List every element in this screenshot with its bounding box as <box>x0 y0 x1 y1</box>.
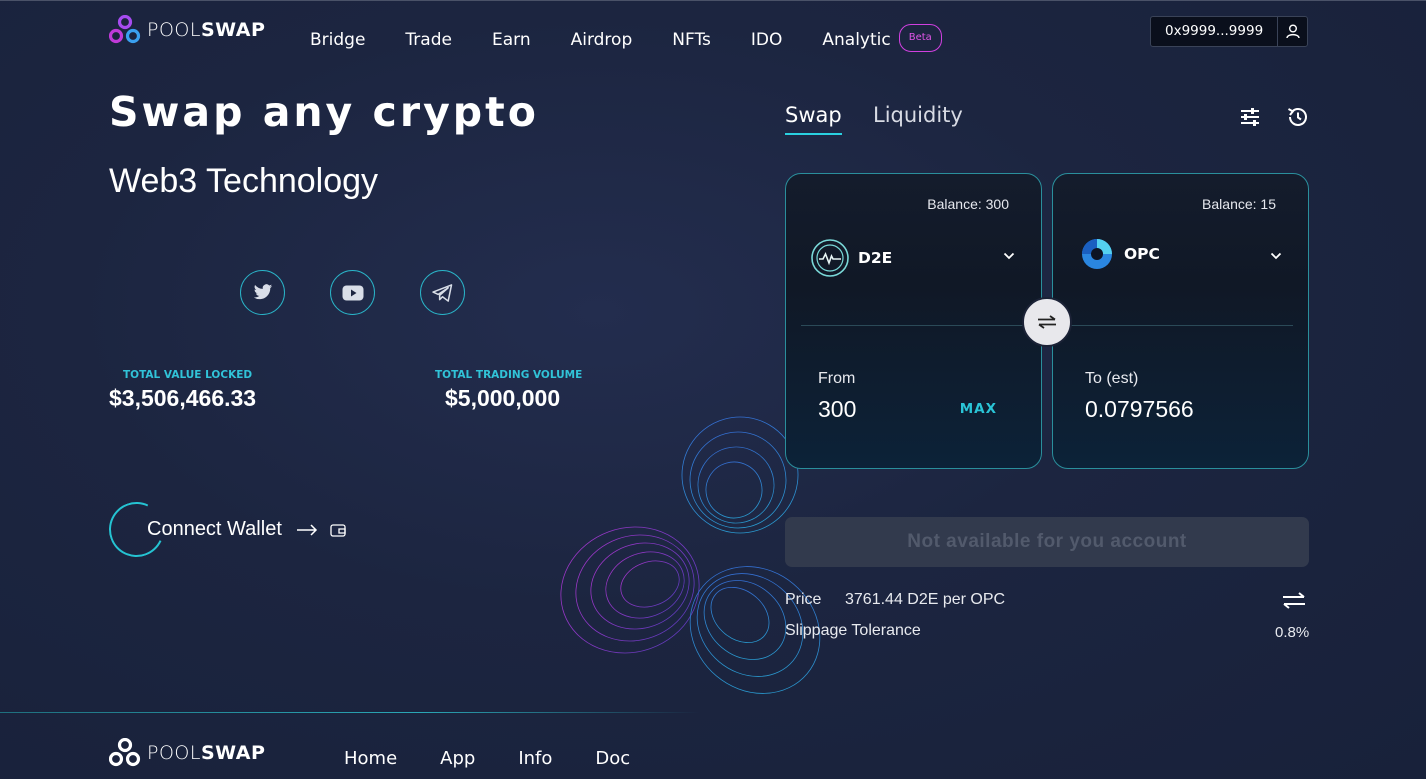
to-token-name: OPC <box>1124 245 1160 263</box>
nav-earn[interactable]: Earn <box>492 29 531 51</box>
trading-volume-label: TOTAL TRADING VOLUME <box>435 369 583 381</box>
swap-from-card: Balance: 300 D2E From 300 MAX <box>785 173 1042 469</box>
nav-trade[interactable]: Trade <box>405 29 452 51</box>
logo-text: POOLSWAP <box>147 19 266 41</box>
swap-direction-button[interactable] <box>1022 297 1072 347</box>
d2e-token-icon <box>811 239 849 277</box>
nav-analytic-label: Analytic <box>822 30 891 50</box>
main-nav: Bridge Trade Earn Airdrop NFTs IDO Analy… <box>310 24 982 54</box>
footer-logo-text: POOLSWAP <box>147 742 266 764</box>
swap-action-button[interactable]: Not available for you account <box>785 517 1309 567</box>
footer-nav-app[interactable]: App <box>440 748 475 769</box>
twitter-icon[interactable] <box>240 270 285 315</box>
chevron-down-icon[interactable] <box>1270 252 1282 260</box>
connect-wallet-label: Connect Wallet <box>147 518 282 540</box>
chevron-down-icon[interactable] <box>1003 252 1015 260</box>
telegram-icon[interactable] <box>420 270 465 315</box>
footer-logo[interactable]: POOLSWAP <box>109 738 265 768</box>
tab-swap[interactable]: Swap <box>785 103 842 135</box>
youtube-icon[interactable] <box>330 270 375 315</box>
card-divider <box>1068 325 1293 326</box>
swap-to-card: Balance: 15 OPC To (est) 0.0797566 <box>1052 173 1309 469</box>
footer-nav-doc[interactable]: Doc <box>595 748 630 769</box>
nav-ido[interactable]: IDO <box>751 29 783 51</box>
footer-nav: Home App Info Doc <box>344 748 673 769</box>
footer-divider <box>0 712 700 713</box>
nav-nfts[interactable]: NFTs <box>672 29 711 51</box>
slippage-label: Slippage Tolerance <box>785 622 921 639</box>
connect-wallet-button[interactable]: Connect Wallet <box>101 494 346 565</box>
nav-analytic[interactable]: Analytic Beta <box>822 24 942 54</box>
tab-liquidity[interactable]: Liquidity <box>873 103 963 127</box>
invert-price-icon[interactable] <box>1282 592 1306 609</box>
price-label: Price <box>785 591 822 608</box>
from-token-name: D2E <box>858 249 893 267</box>
logo[interactable]: POOLSWAP <box>109 15 265 45</box>
slippage-value: 0.8% <box>1275 624 1310 641</box>
price-value: 3761.44 D2E per OPC <box>845 591 1006 608</box>
settings-sliders-icon[interactable] <box>1238 106 1262 128</box>
from-balance: Balance: 300 <box>927 196 1009 212</box>
logo-icon <box>109 738 141 767</box>
to-balance: Balance: 15 <box>1202 196 1276 212</box>
from-label: From <box>818 370 856 387</box>
from-token-selector[interactable]: D2E <box>810 238 892 278</box>
trading-volume-value: $5,000,000 <box>445 385 561 411</box>
footer-nav-home[interactable]: Home <box>344 748 397 769</box>
history-icon[interactable] <box>1286 106 1310 128</box>
logo-icon <box>109 15 141 44</box>
user-icon[interactable] <box>1277 17 1307 46</box>
to-amount-value: 0.0797566 <box>1085 396 1194 422</box>
card-divider <box>801 325 1026 326</box>
tvl-value: $3,506,466.33 <box>109 385 257 411</box>
max-button[interactable]: MAX <box>960 401 997 417</box>
connect-ring-decoration <box>101 494 172 565</box>
wallet-address: 0x9999...9999 <box>1165 23 1264 39</box>
beta-badge: Beta <box>898 24 942 52</box>
tvl-label: TOTAL VALUE LOCKED <box>123 369 253 381</box>
top-border <box>0 0 1426 1</box>
swap-arrows-icon <box>1038 315 1056 329</box>
to-token-selector[interactable]: OPC <box>1081 238 1160 270</box>
footer-nav-info[interactable]: Info <box>518 748 552 769</box>
wallet-icon <box>330 523 346 537</box>
to-label: To (est) <box>1085 370 1139 387</box>
arrow-right-icon <box>296 523 317 536</box>
opc-token-icon <box>1082 239 1112 269</box>
hero-title: Swap any crypto <box>109 88 539 136</box>
wallet-address-button[interactable]: 0x9999...9999 <box>1150 16 1309 47</box>
nav-airdrop[interactable]: Airdrop <box>571 29 633 51</box>
nav-bridge[interactable]: Bridge <box>310 29 365 51</box>
from-amount-input[interactable]: 300 <box>818 396 856 423</box>
hero-subtitle: Web3 Technology <box>109 162 379 200</box>
